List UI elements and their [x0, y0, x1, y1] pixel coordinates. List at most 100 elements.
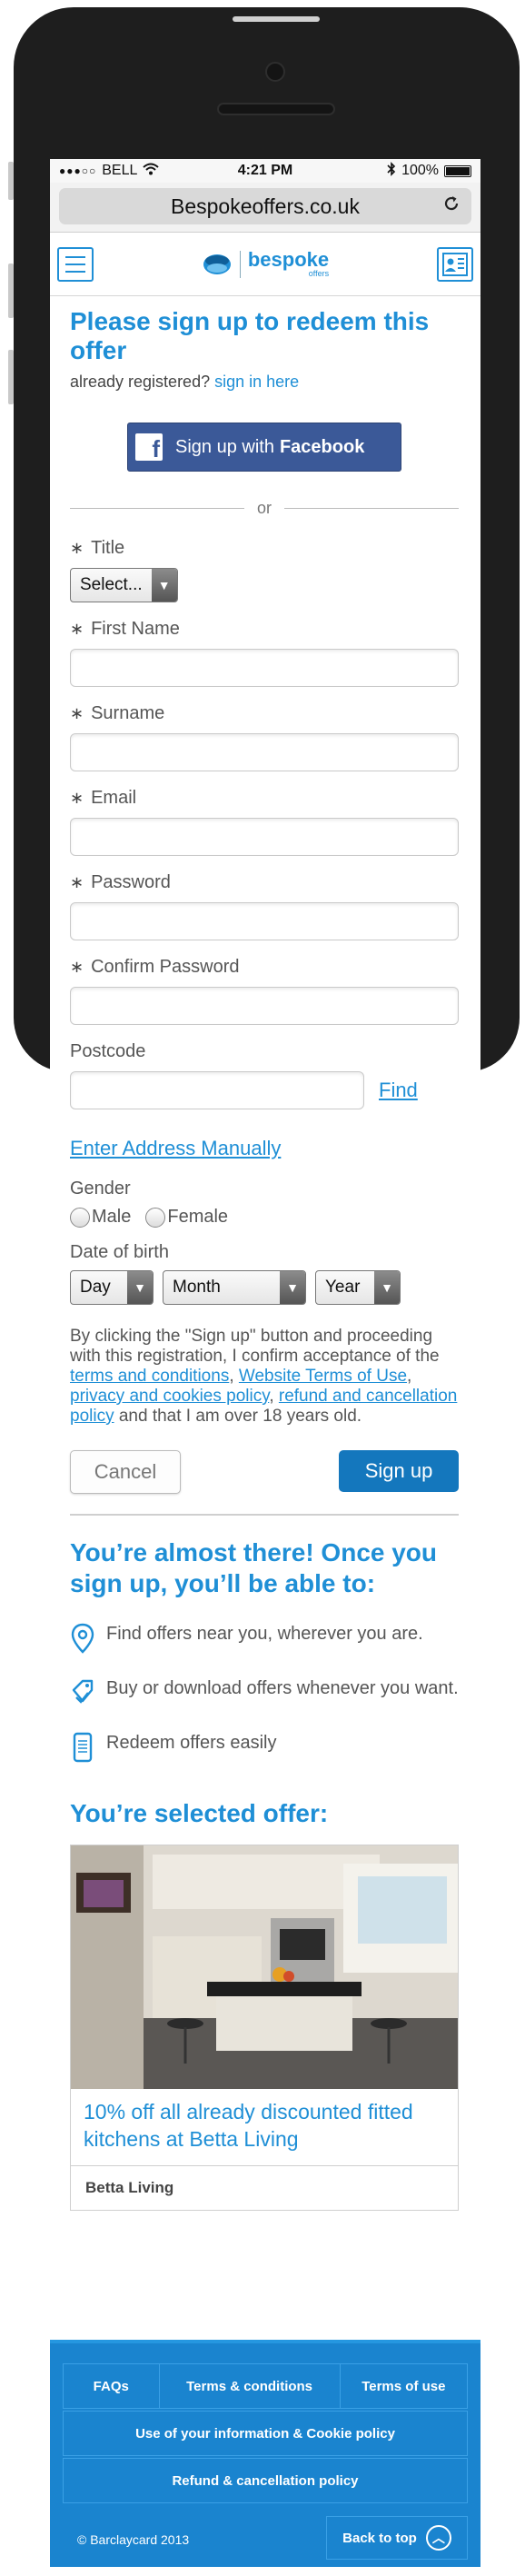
- or-text: or: [257, 499, 272, 517]
- required-marker: ∗: [70, 704, 84, 722]
- female-radio[interactable]: [145, 1207, 166, 1228]
- cookie-policy-link[interactable]: Use of your information & Cookie policy: [64, 2412, 467, 2455]
- benefits-heading: You’re almost there! Once you sign up, y…: [70, 1538, 438, 1597]
- volume-up-button: [8, 264, 14, 318]
- site-header: bespoke offers: [50, 233, 480, 296]
- benefit-item: Buy or download offers whenever you want…: [70, 1677, 459, 1708]
- gender-options: Male Female: [70, 1207, 459, 1228]
- gender-male-option[interactable]: Male: [70, 1207, 131, 1228]
- facebook-signup-button[interactable]: f Sign up with Facebook: [127, 423, 401, 472]
- footer-links-row: Use of your information & Cookie policy: [63, 2411, 468, 2456]
- male-label: Male: [92, 1207, 132, 1227]
- wifi-icon: [143, 163, 160, 180]
- privacy-link[interactable]: privacy and cookies policy: [70, 1387, 269, 1406]
- address-bar[interactable]: Bespokeoffers.co.uk: [59, 188, 471, 224]
- benefit-item: Redeem offers easily: [70, 1732, 459, 1763]
- required-marker: ∗: [70, 620, 84, 638]
- password-label-text: Password: [91, 872, 171, 892]
- dob-year-value: Year: [325, 1278, 361, 1297]
- first-name-field[interactable]: [70, 649, 459, 687]
- refund-policy-link[interactable]: Refund & cancellation policy: [64, 2459, 467, 2502]
- logo-divider: [239, 250, 241, 278]
- gender-label: Gender: [70, 1179, 131, 1198]
- date-of-birth-selects: Day ▼ Month ▼ Year ▼: [70, 1270, 459, 1305]
- confirm-password-label: ∗ Confirm Password: [70, 957, 459, 978]
- offer-caption[interactable]: 10% off all already discounted fitted ki…: [71, 2089, 458, 2166]
- surname-label-text: Surname: [91, 703, 165, 723]
- email-field[interactable]: [70, 818, 459, 856]
- reload-icon[interactable]: [442, 194, 461, 218]
- battery-icon: [444, 164, 471, 177]
- male-radio[interactable]: [70, 1207, 90, 1228]
- sign-in-link[interactable]: sign in here: [214, 373, 299, 391]
- offer-card[interactable]: 10% off all already discounted fitted ki…: [70, 1845, 459, 2211]
- postcode-field[interactable]: [70, 1071, 364, 1109]
- password-field[interactable]: [70, 902, 459, 940]
- back-to-top-button[interactable]: Back to top ︿: [326, 2516, 468, 2560]
- earpiece-speaker: [217, 103, 335, 115]
- dob-day-select[interactable]: Day ▼: [70, 1270, 154, 1305]
- carrier-name: BELL: [102, 163, 138, 178]
- gender-female-option[interactable]: Female: [145, 1207, 228, 1228]
- chevron-down-icon: ▼: [127, 1271, 153, 1304]
- main-content: Please sign up to redeem this offer alre…: [50, 296, 480, 2211]
- benefit-text: Buy or download offers whenever you want…: [106, 1678, 459, 1698]
- first-name-label: ∗ First Name: [70, 619, 459, 640]
- dob-month-value: Month: [173, 1278, 221, 1297]
- female-label: Female: [167, 1207, 229, 1227]
- account-button[interactable]: [437, 247, 473, 282]
- required-marker: ∗: [70, 789, 84, 807]
- legal-separator: ,: [229, 1367, 234, 1386]
- hamburger-icon-line: [65, 256, 85, 258]
- already-registered-text: already registered? sign in here: [70, 373, 459, 392]
- logo-mark-icon: [202, 251, 233, 278]
- hamburger-icon-line: [65, 264, 85, 265]
- website-terms-link[interactable]: Website Terms of Use: [239, 1367, 407, 1386]
- enter-address-manually-link[interactable]: Enter Address Manually: [70, 1137, 459, 1160]
- required-marker: ∗: [70, 539, 84, 557]
- facebook-button-prefix: Sign up with: [175, 436, 274, 457]
- tag-icon: [70, 1677, 95, 1708]
- benefit-text: Find offers near you, wherever you are.: [106, 1624, 423, 1644]
- form-actions: Cancel Sign up: [70, 1450, 459, 1494]
- find-address-link[interactable]: Find: [379, 1079, 418, 1102]
- title-select[interactable]: Select... ▼: [70, 568, 178, 602]
- battery-level: [446, 166, 470, 175]
- chevron-down-icon: ▼: [374, 1271, 400, 1304]
- selected-offer-heading: You’re selected offer:: [70, 1799, 329, 1827]
- surname-field[interactable]: [70, 733, 459, 771]
- cancel-button[interactable]: Cancel: [70, 1450, 181, 1494]
- status-bar: ●●●○○ BELL 4:21 PM 100%: [50, 159, 480, 183]
- terms-link[interactable]: terms and conditions: [70, 1367, 229, 1386]
- terms-conditions-link[interactable]: Terms & conditions: [160, 2364, 341, 2408]
- password-label: ∗ Password: [70, 872, 459, 893]
- signup-button[interactable]: Sign up: [339, 1450, 459, 1492]
- faqs-link[interactable]: FAQs: [64, 2364, 160, 2408]
- surname-label: ∗ Surname: [70, 703, 459, 724]
- offer-brand: Betta Living: [85, 2179, 174, 2196]
- dob-day-value: Day: [80, 1278, 111, 1297]
- dob-label: Date of birth: [70, 1242, 169, 1262]
- required-marker: ∗: [70, 873, 84, 891]
- benefit-item: Find offers near you, wherever you are.: [70, 1623, 459, 1654]
- chevron-down-icon: ▼: [151, 569, 177, 602]
- footer-links-row: FAQs Terms & conditions Terms of use: [63, 2363, 468, 2409]
- or-divider: or: [70, 499, 460, 518]
- url-text: Bespokeoffers.co.uk: [171, 194, 360, 218]
- status-time: 4:21 PM: [237, 163, 293, 178]
- menu-button[interactable]: [57, 247, 94, 282]
- top-button: [233, 16, 320, 22]
- bespoke-offers-logo[interactable]: bespoke offers: [202, 250, 329, 278]
- site-footer: FAQs Terms & conditions Terms of use Use…: [50, 2340, 480, 2567]
- dob-month-select[interactable]: Month ▼: [163, 1270, 306, 1305]
- phone-screen: ●●●○○ BELL 4:21 PM 100% Bespokeoffers.co…: [50, 159, 480, 2567]
- dob-year-select[interactable]: Year ▼: [315, 1270, 401, 1305]
- confirm-password-field[interactable]: [70, 987, 459, 1025]
- battery-percent: 100%: [401, 163, 439, 178]
- location-pin-icon: [70, 1623, 95, 1654]
- account-icon: [442, 253, 468, 276]
- bluetooth-icon: [387, 161, 396, 181]
- email-label-text: Email: [91, 788, 137, 808]
- facebook-button-brand: Facebook: [279, 436, 365, 457]
- terms-of-use-link[interactable]: Terms of use: [341, 2364, 467, 2408]
